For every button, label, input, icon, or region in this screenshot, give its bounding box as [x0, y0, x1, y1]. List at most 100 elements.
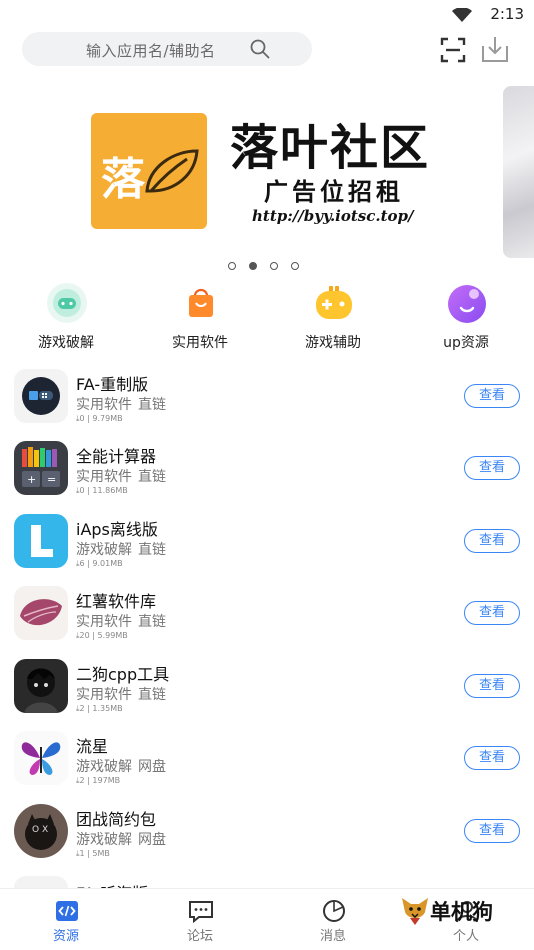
- view-button[interactable]: 查看: [464, 384, 520, 408]
- leaf-icon: [145, 149, 199, 193]
- shopping-bag-icon: [180, 282, 222, 324]
- view-button[interactable]: 查看: [464, 746, 520, 770]
- app-size: 9.01MB: [92, 559, 123, 568]
- app-meta: 游戏破解 网盘: [76, 829, 166, 849]
- view-button[interactable]: 查看: [464, 529, 520, 553]
- carousel-dot-active[interactable]: [249, 262, 257, 270]
- category-label: 实用软件: [172, 335, 228, 351]
- smile-icon: [446, 282, 488, 324]
- banner-next-slide[interactable]: [503, 86, 534, 258]
- app-name: 二狗cpp工具: [76, 665, 170, 684]
- category-game-crack[interactable]: 游戏破解: [11, 280, 121, 356]
- app-meta: 游戏破解 网盘: [76, 756, 166, 776]
- view-button[interactable]: 查看: [464, 674, 520, 698]
- message-icon: [321, 898, 347, 924]
- app-icon: [14, 586, 68, 640]
- category-label: 游戏破解: [38, 335, 94, 351]
- app-link-type: 网盘: [138, 759, 166, 775]
- app-size: 5.99MB: [97, 631, 128, 640]
- banner-logo-char: 落: [101, 154, 145, 205]
- carousel-dot[interactable]: [291, 262, 299, 270]
- category-utility[interactable]: 实用软件: [145, 280, 255, 356]
- carousel-dot[interactable]: [228, 262, 236, 270]
- list-item[interactable]: 流星 游戏破解 网盘 ⤓2 | 197MB 查看: [0, 726, 534, 798]
- app-category: 游戏破解: [76, 542, 132, 558]
- app-meta: 游戏破解 直链: [76, 539, 166, 559]
- list-item[interactable]: FA-重制版 实用软件 直链 ⤓0 | 9.79MB 查看: [0, 364, 534, 436]
- view-button[interactable]: 查看: [464, 601, 520, 625]
- scan-icon[interactable]: [439, 36, 467, 64]
- app-name: iAps离线版: [76, 520, 158, 539]
- app-name: 团战简约包: [76, 810, 157, 829]
- wifi-icon: [452, 7, 472, 26]
- list-item[interactable]: iAps离线版 游戏破解 直链 ⤓6 | 9.01MB 查看: [0, 509, 534, 581]
- app-category: 实用软件: [76, 469, 132, 485]
- app-link-type: 直链: [138, 614, 166, 630]
- view-button[interactable]: 查看: [464, 456, 520, 480]
- app-category: 游戏破解: [76, 759, 132, 775]
- app-meta: 实用软件 直链: [76, 611, 166, 631]
- app-link-type: 直链: [138, 687, 166, 703]
- app-size: 11.86MB: [92, 486, 128, 495]
- app-icon: [14, 659, 68, 713]
- svg-text:+: +: [27, 473, 36, 486]
- chat-icon: [188, 898, 214, 924]
- tab-label: 论坛: [186, 929, 213, 944]
- app-category: 实用软件: [76, 614, 132, 630]
- category-up-resources[interactable]: up资源: [411, 280, 521, 356]
- app-category: 实用软件: [76, 687, 132, 703]
- svg-text:O: O: [32, 825, 39, 835]
- tab-messages[interactable]: 消息: [283, 889, 383, 950]
- tab-label: 资源: [52, 929, 79, 944]
- app-size: 5MB: [92, 849, 110, 858]
- banner-carousel[interactable]: 落 落叶社区 广告位招租 http://byy.iotsc.top/: [34, 86, 500, 258]
- banner-url: http://byy.iotsc.top/: [252, 207, 414, 225]
- app-downloads: 6: [79, 559, 85, 568]
- app-downloads: 2: [79, 776, 85, 785]
- watermark-text: 单机狗: [430, 900, 493, 924]
- code-icon: [54, 898, 80, 924]
- app-name: 全能计算器: [76, 447, 157, 466]
- app-icon: [14, 514, 68, 568]
- category-shortcuts: 游戏破解 实用软件 游戏辅助 up资源: [0, 280, 534, 360]
- app-size: 1.35MB: [92, 704, 123, 713]
- search-icon[interactable]: [250, 39, 270, 63]
- list-item[interactable]: + = 全能计算器 实用软件 直链 ⤓0 | 11.86MB 查看: [0, 436, 534, 508]
- download-icon[interactable]: [480, 34, 510, 64]
- dog-logo-icon: [402, 898, 428, 925]
- game-controller-icon: [313, 282, 355, 324]
- app-stats: ⤓2 | 1.35MB: [76, 704, 123, 713]
- list-item[interactable]: 二狗cpp工具 实用软件 直链 ⤓2 | 1.35MB 查看: [0, 654, 534, 726]
- tab-resources[interactable]: 资源: [16, 889, 116, 950]
- app-stats: ⤓0 | 9.79MB: [76, 414, 123, 423]
- svg-text:X: X: [42, 825, 48, 835]
- app-meta: 实用软件 直链: [76, 466, 166, 486]
- app-category: 游戏破解: [76, 832, 132, 848]
- app-name: FA-重制版: [76, 375, 149, 394]
- app-downloads: 0: [79, 414, 85, 423]
- app-link-type: 直链: [138, 397, 166, 413]
- category-game-assist[interactable]: 游戏辅助: [278, 280, 388, 356]
- app-link-type: 直链: [138, 469, 166, 485]
- app-downloads: 1: [79, 849, 85, 858]
- app-stats: ⤓6 | 9.01MB: [76, 559, 123, 568]
- app-stats: ⤓1 | 5MB: [76, 849, 110, 858]
- tab-forum[interactable]: 论坛: [150, 889, 250, 950]
- app-downloads: 20: [79, 631, 90, 640]
- banner-logo: 落: [91, 113, 207, 229]
- category-label: up资源: [443, 335, 489, 351]
- list-item[interactable]: OX 团战简约包 游戏破解 网盘 ⤓1 | 5MB 查看: [0, 799, 534, 871]
- app-icon: [14, 369, 68, 423]
- status-bar: 2:13: [0, 0, 534, 28]
- watermark: 单机狗: [400, 892, 510, 928]
- app-icon: + =: [14, 441, 68, 495]
- app-stats: ⤓0 | 11.86MB: [76, 486, 128, 495]
- app-link-type: 网盘: [138, 832, 166, 848]
- app-link-type: 直链: [138, 542, 166, 558]
- carousel-dot[interactable]: [270, 262, 278, 270]
- app-size: 9.79MB: [92, 414, 123, 423]
- view-button[interactable]: 查看: [464, 819, 520, 843]
- app-icon: [14, 731, 68, 785]
- search-input[interactable]: 输入应用名/辅助名: [22, 32, 312, 66]
- list-item[interactable]: 红薯软件库 实用软件 直链 ⤓20 | 5.99MB 查看: [0, 581, 534, 653]
